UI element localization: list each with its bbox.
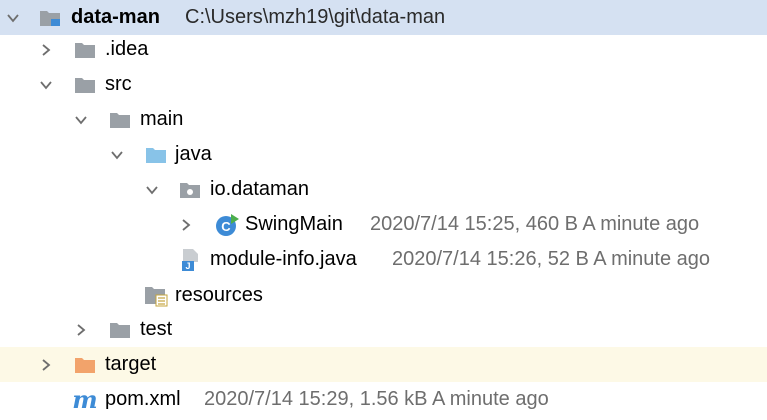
chevron-right-icon[interactable] <box>36 32 56 67</box>
tree-label-target: target <box>105 353 157 375</box>
chevron-right-icon[interactable] <box>71 312 91 347</box>
tree-label-resources: resources <box>175 284 263 306</box>
svg-text:J: J <box>185 261 190 271</box>
tree-row-main[interactable]: main <box>0 102 767 137</box>
tree-row-root[interactable]: data-man C:\Users\mzh19\git\data-man <box>0 0 767 35</box>
chevron-down-icon[interactable] <box>3 0 23 35</box>
tree-label-moduleinfo: module-info.java <box>210 248 357 270</box>
module-folder-icon <box>37 0 63 35</box>
file-meta-moduleinfo: 2020/7/14 15:26, 52 B A minute ago <box>392 248 711 270</box>
runnable-class-icon: C <box>214 207 240 242</box>
tree-label-java: java <box>175 143 212 165</box>
chevron-right-icon[interactable] <box>176 207 196 242</box>
tree-row-resources[interactable]: resources <box>0 278 767 313</box>
tree-label-test: test <box>140 318 173 340</box>
tree-label-main: main <box>140 108 184 130</box>
tree-row-moduleinfo[interactable]: J module-info.java 2020/7/14 15:26, 52 B… <box>0 242 767 277</box>
file-meta-swingmain: 2020/7/14 15:25, 460 B A minute ago <box>370 213 700 235</box>
root-path: C:\Users\mzh19\git\data-man <box>185 6 446 28</box>
folder-icon <box>72 67 98 102</box>
source-folder-icon <box>143 137 169 172</box>
folder-icon <box>107 102 133 137</box>
maven-letter: m <box>72 385 98 414</box>
tree-label-idea: .idea <box>105 38 149 60</box>
tree-row-src[interactable]: src <box>0 67 767 102</box>
project-tree: data-man C:\Users\mzh19\git\data-man .id… <box>0 0 767 420</box>
java-file-icon: J <box>177 242 203 277</box>
tree-row-idea[interactable]: .idea <box>0 32 767 67</box>
chevron-down-icon[interactable] <box>71 102 91 137</box>
maven-icon: m <box>72 382 98 417</box>
package-icon <box>177 172 203 207</box>
tree-label-swingmain: SwingMain <box>245 213 343 235</box>
chevron-down-icon[interactable] <box>142 172 162 207</box>
root-name: data-man <box>71 6 160 28</box>
excluded-folder-icon <box>72 347 98 382</box>
tree-label-package: io.dataman <box>210 178 309 200</box>
tree-row-swingmain[interactable]: C SwingMain 2020/7/14 15:25, 460 B A min… <box>0 207 767 242</box>
chevron-right-icon[interactable] <box>36 347 56 382</box>
tree-row-target[interactable]: target <box>0 347 767 382</box>
tree-row-java[interactable]: java <box>0 137 767 172</box>
chevron-down-icon[interactable] <box>36 67 56 102</box>
folder-icon <box>107 312 133 347</box>
tree-label-src: src <box>105 73 132 95</box>
tree-row-test[interactable]: test <box>0 312 767 347</box>
tree-label-pom: pom.xml <box>105 388 181 410</box>
resources-folder-icon <box>143 278 169 313</box>
chevron-down-icon[interactable] <box>107 137 127 172</box>
folder-icon <box>72 32 98 67</box>
tree-row-pom[interactable]: m pom.xml 2020/7/14 15:29, 1.56 kB A min… <box>0 382 767 417</box>
file-meta-pom: 2020/7/14 15:29, 1.56 kB A minute ago <box>204 388 549 410</box>
svg-text:C: C <box>221 219 231 234</box>
tree-row-package[interactable]: io.dataman <box>0 172 767 207</box>
